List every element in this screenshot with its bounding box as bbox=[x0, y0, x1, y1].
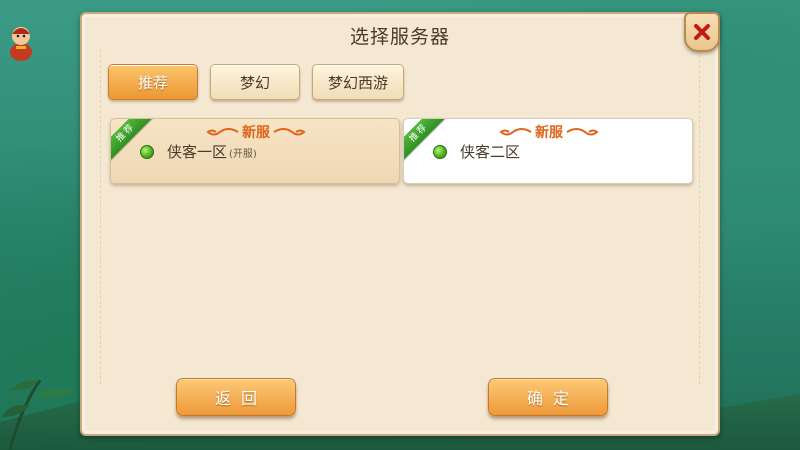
server-note: (开服) bbox=[229, 149, 257, 160]
new-server-tag: 新服 bbox=[201, 122, 311, 142]
swirl-right-icon bbox=[566, 128, 599, 136]
server-name-text: 侠客二区 bbox=[460, 143, 521, 161]
server-name: 侠客一区 (开服) bbox=[167, 141, 257, 162]
close-icon bbox=[694, 24, 710, 40]
new-tag-label: 新服 bbox=[242, 125, 270, 141]
status-dot-icon bbox=[140, 145, 154, 159]
confirm-button[interactable]: 确定 bbox=[488, 378, 608, 416]
bamboo-leaves-decoration bbox=[2, 379, 75, 450]
back-button[interactable]: 返回 bbox=[176, 378, 296, 416]
swirl-right-icon bbox=[273, 128, 306, 136]
close-button[interactable] bbox=[684, 12, 720, 52]
back-button-label: 返回 bbox=[214, 389, 267, 408]
server-card-1[interactable]: 推荐 新服 侠客一区 (开服) bbox=[110, 118, 400, 184]
status-dot-icon bbox=[433, 145, 447, 159]
new-server-tag: 新服 bbox=[494, 122, 604, 142]
server-name-text: 侠客一区 bbox=[167, 143, 228, 161]
new-tag-label: 新服 bbox=[535, 125, 563, 141]
mascot-character-icon bbox=[10, 27, 32, 61]
tab-recommended[interactable]: 推荐 bbox=[108, 64, 198, 100]
tab-menghuan-xiyou[interactable]: 梦幻西游 bbox=[312, 64, 404, 100]
server-name: 侠客二区 bbox=[460, 141, 520, 162]
confirm-button-label: 确定 bbox=[526, 389, 579, 408]
tab-menghuan[interactable]: 梦幻 bbox=[210, 64, 300, 100]
swirl-left-icon bbox=[499, 128, 532, 136]
server-card-2[interactable]: 推荐 新服 侠客二区 bbox=[403, 118, 693, 184]
dialog-title: 选择服务器 bbox=[349, 26, 450, 48]
server-select-dialog: 选择服务器 推荐 梦幻 梦幻西游 推荐 新服 侠客一区 (开服) 推荐 新服 侠… bbox=[80, 12, 720, 436]
swirl-left-icon bbox=[206, 128, 239, 136]
